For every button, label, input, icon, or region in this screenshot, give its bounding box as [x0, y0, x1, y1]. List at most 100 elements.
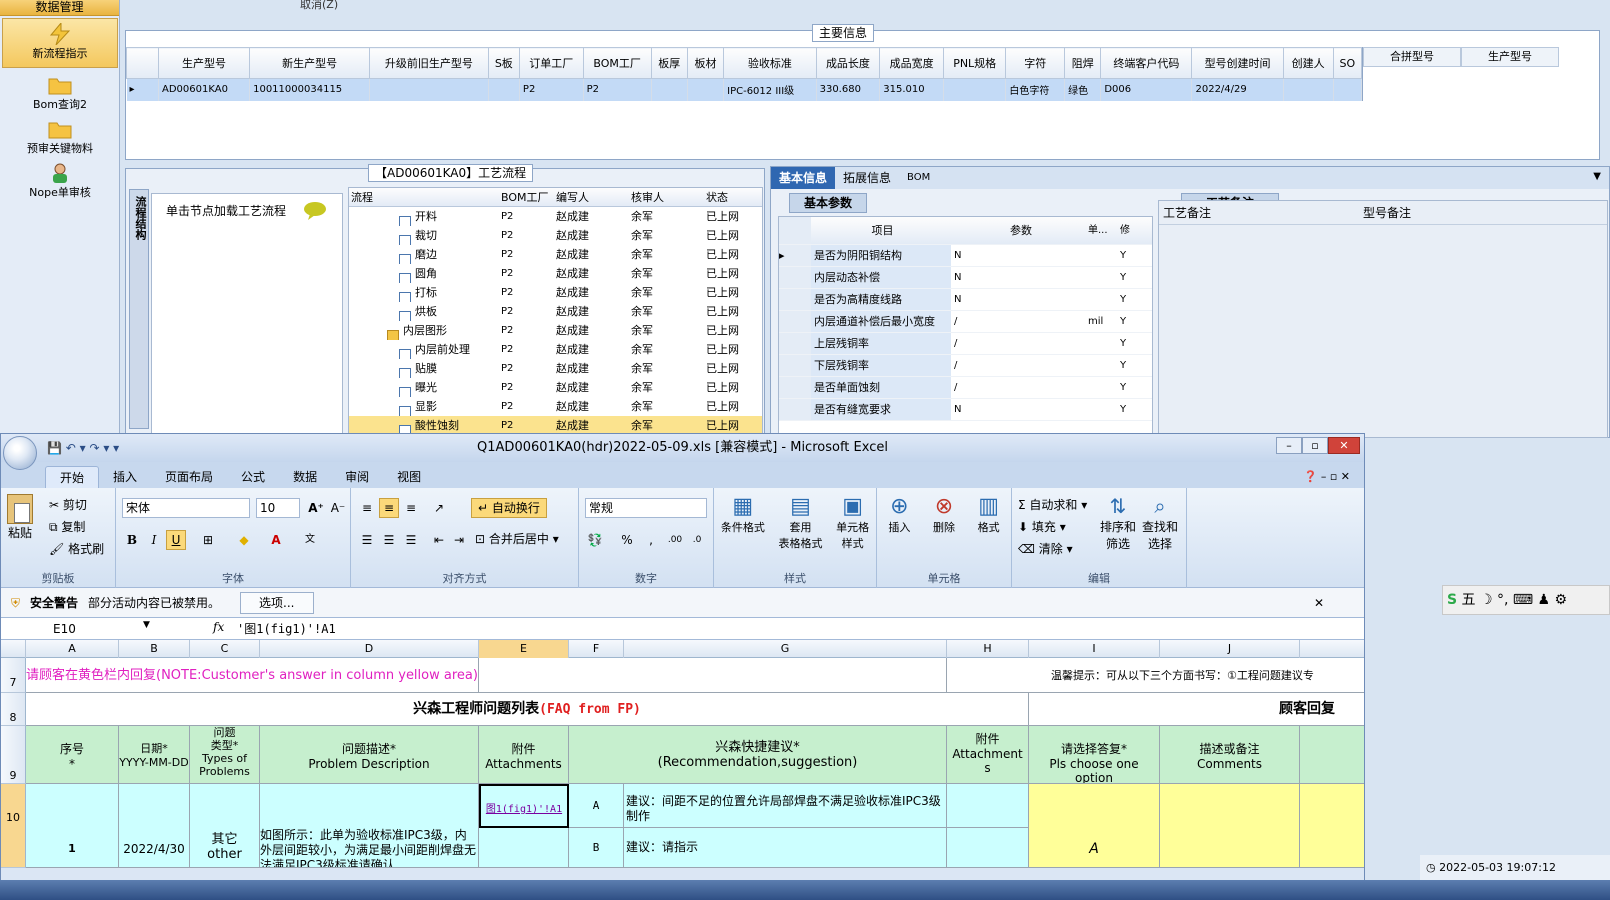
cell-option-b[interactable]: B	[569, 828, 624, 868]
minimize-button[interactable]: –	[1276, 437, 1302, 454]
cell-date[interactable]: 2022/4/30	[119, 784, 190, 868]
column-header-i[interactable]: I	[1029, 640, 1160, 658]
header-extra[interactable]	[1300, 726, 1364, 784]
col-header[interactable]: 板材	[686, 47, 725, 79]
param-value[interactable]: N	[951, 289, 1088, 310]
tab-basic-info[interactable]: 基本信息	[771, 167, 836, 189]
clear-button[interactable]: ⌫ 清除 ▾	[1018, 538, 1087, 560]
tree-row[interactable]: 圆角 P2 赵成建 余军 已上网	[349, 264, 762, 283]
taskbar[interactable]	[0, 880, 1610, 900]
merge-center-button[interactable]: ⊡ 合并后居中 ▾	[471, 530, 563, 550]
col-header[interactable]: 字符	[1005, 47, 1066, 79]
tab-bom[interactable]: BOM	[899, 167, 938, 189]
table-cell[interactable]: P2	[583, 78, 652, 101]
fill-color-button[interactable]: ◆	[234, 530, 254, 550]
shrink-font-button[interactable]: A⁻	[328, 498, 348, 518]
copy-button[interactable]: ⧉ 复制	[49, 516, 104, 538]
font-name-combo[interactable]: 宋体	[122, 498, 250, 518]
col-header[interactable]: 升级前旧生产型号	[369, 47, 489, 79]
tree-row[interactable]: 裁切 P2 赵成建 余军 已上网	[349, 226, 762, 245]
cell-seq[interactable]: 1	[26, 784, 119, 868]
tip-text[interactable]: 温馨提示：可从以下三个方面书写：①工程问题建议专	[947, 658, 1364, 693]
table-cell[interactable]: 白色字符	[1005, 78, 1066, 101]
cell-answer[interactable]: A	[1029, 784, 1160, 868]
col-header[interactable]: 阻焊	[1064, 47, 1102, 79]
col-modify[interactable]: 修	[1120, 217, 1150, 244]
table-cell[interactable]: IPC-6012 III级	[723, 78, 817, 101]
phonetic-button[interactable]: 文	[300, 530, 320, 550]
col-merge-model[interactable]: 合拼型号	[1363, 47, 1461, 67]
cell-suggestion-a[interactable]: 建议：间距不足的位置允许局部焊盘不满足验收标准IPC3级制作	[624, 784, 947, 828]
function-icon[interactable]: fx	[213, 620, 224, 634]
column-header-a[interactable]: A	[26, 640, 119, 658]
header-desc[interactable]: 问题描述* Problem Description	[260, 726, 479, 784]
col-param[interactable]: 参数	[951, 217, 1088, 244]
header-date[interactable]: 日期* YYYY-MM-DD	[119, 726, 190, 784]
autosum-button[interactable]: Σ 自动求和 ▾	[1018, 494, 1087, 516]
tree-row[interactable]: 开料 P2 赵成建 余军 已上网	[349, 207, 762, 226]
comma-button[interactable]: ,	[641, 530, 661, 550]
tab-insert[interactable]: 插入	[99, 466, 151, 488]
col-header[interactable]: 终端客户代码	[1100, 47, 1193, 79]
tree-row[interactable]: 打标 P2 赵成建 余军 已上网	[349, 283, 762, 302]
number-format-combo[interactable]: 常规	[585, 498, 707, 518]
table-cell[interactable]	[687, 78, 725, 101]
cell-type[interactable]: 其它 other	[190, 784, 260, 868]
col-header[interactable]: 成品宽度	[879, 47, 944, 79]
param-row[interactable]: 是否为高精度线路 N Y	[779, 289, 1152, 311]
table-cell[interactable]: D006	[1100, 78, 1193, 101]
header-attach2[interactable]: 附件 Attachment s	[947, 726, 1029, 784]
param-value[interactable]: N	[951, 267, 1088, 288]
column-header-g[interactable]: G	[624, 640, 947, 658]
cell-attach2-b[interactable]	[947, 828, 1029, 868]
col-unit[interactable]: 单...	[1088, 217, 1120, 244]
param-value[interactable]: /	[951, 355, 1088, 376]
table-cell[interactable]	[1333, 78, 1363, 101]
table-cell[interactable]	[651, 78, 688, 101]
nav-header[interactable]: 数据管理	[0, 0, 119, 16]
align-right-button[interactable]: ☰	[401, 530, 421, 550]
orientation-button[interactable]: ↗	[429, 498, 449, 518]
col-item[interactable]: 项目	[811, 217, 951, 244]
param-row[interactable]: 是否有缝宽要求 N Y	[779, 399, 1152, 421]
ime-toolbar[interactable]: S 五 ☽ °, ⌨ ♟ ⚙	[1442, 585, 1610, 615]
tab-data[interactable]: 数据	[279, 466, 331, 488]
table-cell[interactable]: 330.680	[816, 78, 881, 101]
cut-button[interactable]: ✂ 剪切	[49, 494, 104, 516]
column-header-d[interactable]: D	[260, 640, 479, 658]
cell-attachment-link[interactable]: 图1(fig1)'!A1	[479, 784, 569, 828]
col-header[interactable]: 创建人	[1282, 47, 1334, 79]
table-cell[interactable]	[1283, 78, 1334, 101]
param-row[interactable]: 是否单面蚀刻 / Y	[779, 377, 1152, 399]
table-cell[interactable]: AD00601KA0	[158, 78, 251, 101]
cell-attach2-a[interactable]	[947, 784, 1029, 828]
align-center-button[interactable]: ☰	[379, 530, 399, 550]
wrap-text-button[interactable]: ↵ 自动换行	[471, 498, 547, 518]
italic-button[interactable]: I	[144, 530, 164, 550]
param-row[interactable]: 内层动态补偿 N Y	[779, 267, 1152, 289]
col-bom-factory[interactable]: BOM工厂	[501, 188, 556, 206]
table-cell[interactable]	[943, 78, 1007, 101]
row-header-8[interactable]: 8	[1, 693, 26, 726]
border-button[interactable]: ⊞	[198, 530, 218, 550]
sort-filter-button[interactable]: ⇅ 排序和 筛选	[1100, 494, 1136, 552]
paste-button[interactable]: 粘贴	[7, 494, 33, 541]
customer-note[interactable]: 请顾客在黄色栏内回复(NOTE:Customer's answer in col…	[26, 658, 479, 693]
column-header-c[interactable]: C	[190, 640, 260, 658]
tree-row[interactable]: 贴膜 P2 赵成建 余军 已上网	[349, 359, 762, 378]
col-header[interactable]: SO	[1332, 47, 1363, 79]
side-tab-structure[interactable]: 流程结构	[129, 189, 149, 429]
header-attach[interactable]: 附件 Attachments	[479, 726, 569, 784]
font-color-button[interactable]: A	[266, 530, 286, 550]
table-cell[interactable]: 10011000034115	[249, 78, 371, 101]
col-header[interactable]: 成品长度	[815, 47, 881, 79]
param-value[interactable]: N	[951, 399, 1088, 420]
col-header[interactable]: 生产型号	[157, 47, 251, 79]
office-button[interactable]	[3, 436, 37, 470]
customer-reply-title[interactable]: 顾客回复	[1029, 693, 1364, 726]
currency-button[interactable]: 💱	[585, 530, 605, 550]
formula-input[interactable]: '图1(fig1)'!A1	[237, 619, 336, 639]
find-select-button[interactable]: ⌕ 查找和 选择	[1142, 494, 1178, 552]
fill-button[interactable]: ⬇ 填充 ▾	[1018, 516, 1087, 538]
increase-decimal-button[interactable]: .00	[665, 530, 685, 550]
